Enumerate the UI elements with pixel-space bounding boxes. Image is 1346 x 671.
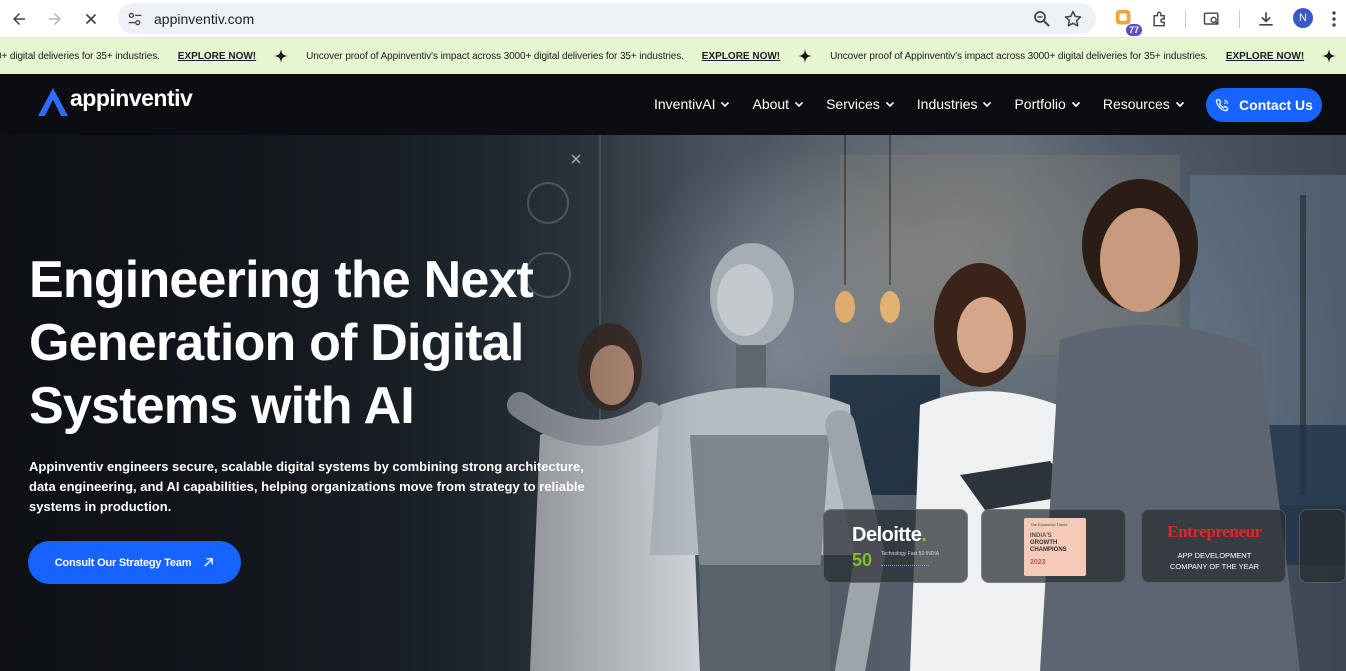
menu-kebab-icon[interactable]: [1331, 10, 1337, 28]
sparkle-icon: [798, 49, 813, 63]
decorative-dotted-line: [881, 565, 929, 566]
ticker-message: Uncover proof of Appinventiv's impact ac…: [306, 50, 684, 62]
url-text[interactable]: appinventiv.com: [154, 11, 254, 27]
hero-title-line: Engineering the Next: [29, 251, 534, 309]
consult-strategy-team-button[interactable]: Consult Our Strategy Team: [28, 541, 241, 584]
sparkle-icon: [1322, 49, 1337, 63]
extension-button[interactable]: 77: [1114, 8, 1142, 36]
award-entrepreneur-card: Entrepreneur APP DEVELOPMENT COMPANY OF …: [1141, 509, 1286, 583]
browser-toolbar: appinventiv.com 77 N: [0, 0, 1346, 38]
download-icon: [1259, 12, 1273, 26]
tab-search-icon: [1203, 12, 1219, 25]
extensions-button[interactable]: [1149, 8, 1171, 30]
contact-us-button[interactable]: Contact Us: [1206, 88, 1322, 122]
entrepreneur-award-text: APP DEVELOPMENT COMPANY OF THE YEAR: [1169, 551, 1260, 571]
hero-subtitle: Appinventiv engineers secure, scalable d…: [29, 459, 585, 514]
hero-title-line: Generation of Digital: [29, 314, 524, 372]
award-deloitte-card: Deloitte. 50 Technology Fast 50 INDIA: [823, 509, 968, 583]
sparkle-icon: [274, 49, 289, 63]
ticker-message: Uncover proof of Appinventiv's impact ac…: [830, 50, 1208, 62]
explore-now-link[interactable]: EXPLORE NOW!: [702, 51, 780, 62]
nav-item-resources[interactable]: Resources: [1103, 96, 1185, 112]
site-settings-icon[interactable]: [126, 10, 144, 28]
nav-item-about[interactable]: About: [752, 96, 804, 112]
zoom-icon[interactable]: [1032, 9, 1052, 29]
announcement-ticker: 0+ digital deliveries for 35+ industries…: [0, 38, 1346, 74]
nav-item-inventivai[interactable]: InventivAI: [654, 96, 730, 112]
ticker-message: 0+ digital deliveries for 35+ industries…: [0, 50, 160, 62]
chevron-down-icon: [983, 101, 992, 108]
hero-title-line: Systems with AI: [29, 377, 415, 435]
deloitte-fast50-number: 50: [852, 550, 873, 570]
nav-item-label: Industries: [916, 96, 978, 112]
nav-item-label: Services: [826, 96, 880, 112]
downloads-button[interactable]: [1255, 8, 1277, 30]
chevron-down-icon: [795, 101, 804, 108]
phone-icon: [1215, 98, 1229, 111]
award-economic-times-card: The Economic Times INDIA'S GROWTH CHAMPI…: [981, 509, 1126, 583]
contact-us-label: Contact Us: [1239, 97, 1313, 113]
address-bar[interactable]: appinventiv.com: [118, 3, 1096, 34]
arrow-right-icon: [49, 13, 61, 25]
nav-item-label: About: [752, 96, 790, 112]
entrepreneur-wordmark: Entrepreneur: [1167, 522, 1262, 541]
hero-section: Engineering the Next Generation of Digit…: [0, 135, 1346, 671]
nav-item-services[interactable]: Services: [826, 96, 895, 112]
arrow-left-icon: [13, 13, 25, 25]
puzzle-icon: [1153, 11, 1165, 27]
stop-loading-button[interactable]: [79, 7, 103, 31]
explore-now-link[interactable]: EXPLORE NOW!: [178, 51, 256, 62]
nav-item-label: Portfolio: [1014, 96, 1066, 112]
arrow-up-right-icon: [204, 558, 214, 567]
et-year: 2023: [1030, 559, 1046, 566]
main-nav: InventivAI About Services Industries Por…: [654, 96, 1207, 112]
et-line: INDIA'S: [1030, 533, 1052, 539]
tab-search-button[interactable]: [1201, 8, 1223, 30]
logo-text: appinventiv: [70, 84, 193, 111]
award-card-partial: [1299, 509, 1346, 583]
nav-item-label: InventivAI: [654, 96, 716, 112]
forward-button[interactable]: [43, 7, 67, 31]
chevron-down-icon: [1175, 101, 1184, 108]
hero-title: Engineering the Next Generation of Digit…: [29, 249, 589, 438]
chevron-down-icon: [885, 101, 894, 108]
chevron-down-icon: [721, 101, 730, 108]
et-growth-champions-badge: The Economic Times INDIA'S GROWTH CHAMPI…: [1024, 518, 1086, 576]
profile-avatar[interactable]: N: [1293, 8, 1313, 28]
bookmark-star-icon[interactable]: [1063, 9, 1083, 29]
site-logo[interactable]: appinventiv: [36, 84, 193, 118]
nav-item-industries[interactable]: Industries: [917, 96, 993, 112]
et-line: GROWTH: [1030, 540, 1058, 546]
et-line: CHAMPIONS: [1030, 547, 1067, 553]
back-button[interactable]: [7, 7, 31, 31]
extension-badge: 77: [1125, 24, 1142, 36]
deloitte-wordmark: Deloitte.: [852, 524, 927, 546]
toolbar-divider: [1239, 10, 1240, 28]
close-icon: [85, 13, 97, 25]
nav-item-label: Resources: [1102, 96, 1170, 112]
toolbar-divider: [1185, 10, 1186, 28]
site-header: appinventiv InventivAI About Services In…: [0, 74, 1346, 135]
chevron-down-icon: [1071, 101, 1080, 108]
nav-item-portfolio[interactable]: Portfolio: [1014, 96, 1080, 112]
deloitte-fast50-label: Technology Fast 50 INDIA: [881, 551, 940, 557]
cta-label: Consult Our Strategy Team: [54, 556, 192, 569]
et-masthead: The Economic Times: [1030, 522, 1068, 527]
appinventiv-logo-icon: [38, 88, 68, 116]
explore-now-link[interactable]: EXPLORE NOW!: [1226, 51, 1304, 62]
